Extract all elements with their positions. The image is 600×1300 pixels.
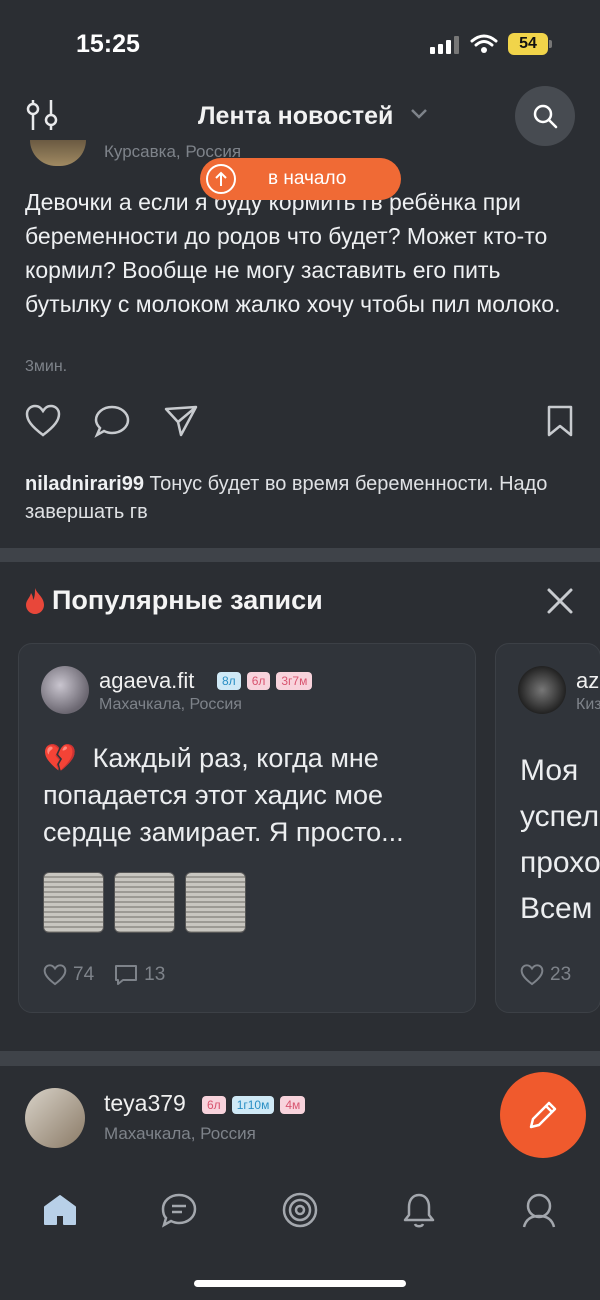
popular-card[interactable]: az Киз Моя успел прохо Всем 23 <box>495 643 600 1013</box>
child-age-badge: 4м <box>280 1096 306 1114</box>
comments-count: 13 <box>144 964 166 985</box>
arrow-up-icon <box>206 164 236 194</box>
target-icon <box>282 1192 318 1228</box>
child-age-badge: 6л <box>246 672 271 690</box>
compose-button[interactable] <box>500 1072 586 1158</box>
post-author-avatar[interactable] <box>25 1088 85 1148</box>
tab-messages[interactable] <box>159 1190 199 1230</box>
search-button[interactable] <box>515 86 575 146</box>
tab-profile[interactable] <box>519 1190 559 1230</box>
card-username[interactable]: az <box>576 668 599 694</box>
search-icon <box>533 104 558 129</box>
chat-icon <box>161 1193 197 1228</box>
comment-icon[interactable] <box>94 404 130 438</box>
post-time: 3мин. <box>25 358 68 375</box>
section-divider <box>0 1051 600 1066</box>
card-thumbnails <box>43 872 246 933</box>
card-stats: 23 <box>520 964 571 986</box>
heart-icon[interactable] <box>25 404 61 438</box>
child-age-badge: 3г7м <box>276 672 313 690</box>
comment-icon[interactable] <box>114 964 138 986</box>
image-thumbnail[interactable] <box>114 872 175 933</box>
comment-preview[interactable]: niladnirari99 Тонус будет во время берем… <box>25 470 585 526</box>
close-icon[interactable] <box>546 587 574 615</box>
status-bar: 15:25 54 <box>0 0 600 80</box>
card-stats: 74 13 <box>43 964 165 986</box>
card-text: Моя успел прохо Всем <box>520 754 600 925</box>
scroll-to-top-label: в начало <box>268 168 347 189</box>
tab-notifications[interactable] <box>399 1190 439 1230</box>
popular-section: Популярные записи agaeva.fit 8л 6л 3г7м … <box>0 563 600 1051</box>
card-badges: 8л 6л 3г7м <box>217 672 313 690</box>
card-username[interactable]: agaeva.fit <box>99 668 194 694</box>
fire-icon <box>26 587 44 614</box>
tab-home[interactable] <box>40 1190 80 1230</box>
wifi-icon <box>470 34 498 53</box>
home-indicator <box>194 1280 406 1287</box>
bookmark-icon[interactable] <box>544 404 576 438</box>
post-username[interactable]: teya379 <box>104 1090 186 1117</box>
image-thumbnail[interactable] <box>43 872 104 933</box>
heart-icon[interactable] <box>43 964 67 986</box>
post-author-avatar[interactable] <box>30 140 86 166</box>
heart-icon[interactable] <box>520 964 544 986</box>
scroll-to-top-button[interactable]: в начало <box>200 158 401 200</box>
comment-username[interactable]: niladnirari99 <box>25 473 144 495</box>
card-location: Киз <box>576 696 600 713</box>
popular-title: Популярные записи <box>24 585 323 616</box>
post-actions <box>0 404 600 444</box>
home-icon <box>44 1195 76 1225</box>
likes-count: 74 <box>73 964 95 985</box>
tab-bar <box>0 1176 600 1300</box>
status-time: 15:25 <box>76 30 140 58</box>
section-divider <box>0 548 600 562</box>
post-badges: 6л 1г10м 4м <box>202 1096 306 1114</box>
profile-icon <box>522 1193 556 1228</box>
child-age-badge: 1г10м <box>231 1096 275 1114</box>
card-text: 💔 Каждый раз, когда мне попадается этот х… <box>43 740 463 851</box>
app-header: Лента новостей <box>0 84 600 148</box>
pencil-icon <box>529 1101 557 1129</box>
battery-nub <box>549 40 552 48</box>
popular-title-text: Популярные записи <box>52 585 323 615</box>
chevron-down-icon[interactable] <box>410 108 428 120</box>
child-age-badge: 6л <box>202 1096 226 1114</box>
share-icon[interactable] <box>163 404 199 438</box>
likes-count: 23 <box>550 964 572 985</box>
battery-indicator: 54 <box>508 33 548 55</box>
card-avatar[interactable] <box>518 666 566 714</box>
cellular-signal-icon <box>430 36 460 54</box>
tab-discover[interactable] <box>280 1190 320 1230</box>
card-text-body: Каждый раз, когда мне попадается этот ха… <box>43 743 404 847</box>
popular-card[interactable]: agaeva.fit 8л 6л 3г7м Махачкала, Россия … <box>18 643 476 1013</box>
filter-icon[interactable] <box>24 98 60 132</box>
card-location: Махачкала, Россия <box>99 696 242 713</box>
post-text[interactable]: Девочки а если я буду кормить гв ребёнка… <box>25 185 585 321</box>
image-thumbnail[interactable] <box>185 872 246 933</box>
broken-heart-emoji: 💔 <box>43 743 77 773</box>
bell-icon <box>403 1193 435 1228</box>
post-location: Махачкала, Россия <box>104 1124 256 1143</box>
child-age-badge: 8л <box>217 672 241 690</box>
card-avatar[interactable] <box>41 666 89 714</box>
feed-title[interactable]: Лента новостей <box>198 102 393 131</box>
